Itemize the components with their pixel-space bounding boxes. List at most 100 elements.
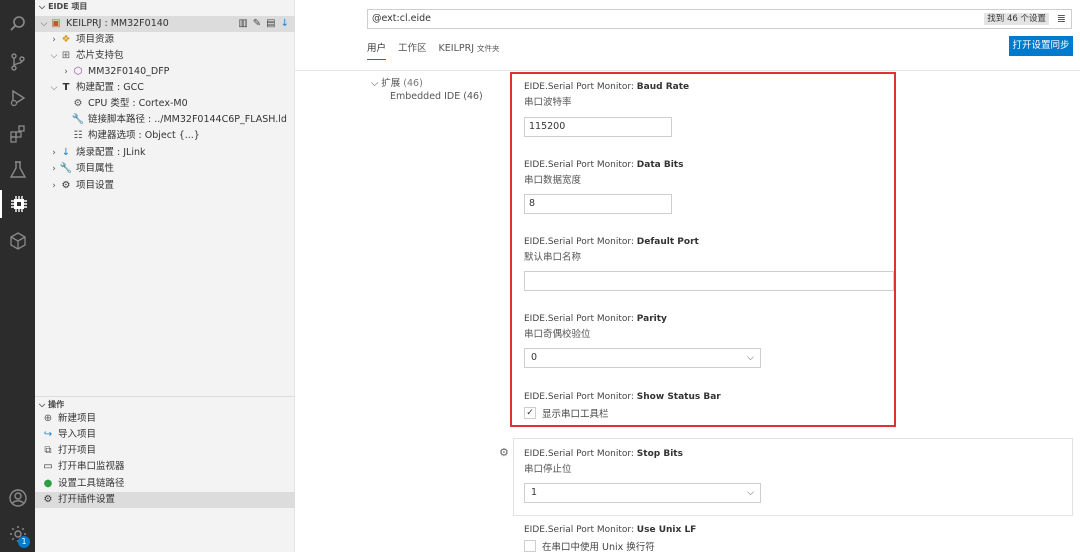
data-bits-input[interactable]: 8 [524,194,672,214]
tree-item-builder-options[interactable]: ☷ 构建器选项 : Object {...} [35,128,295,144]
testing-flask-icon[interactable] [0,156,35,184]
baud-rate-input[interactable]: 115200 [524,117,672,137]
manage-gear-icon[interactable]: 1 [0,520,35,548]
clean-brush-icon[interactable]: ✎ [253,16,261,32]
setting-title: EIDE.Serial Port Monitor: Baud Rate [524,81,904,94]
setting-title: EIDE.Serial Port Monitor: Parity [524,313,904,326]
settings-editor: @ext:cl.eide 找到 46 个设置 ≣ 用户 工作区 KEILPRJ … [295,0,1080,552]
chevron-down-icon: ⌵ [39,400,46,409]
chevron-right-icon: › [52,181,56,191]
tree-item-label: 构建器选项 : Object {...} [88,130,200,141]
setting-show-status-bar: EIDE.Serial Port Monitor: Show Status Ba… [524,391,904,404]
toc-embedded-ide[interactable]: Embedded IDE (46) [390,91,483,102]
setting-prefix: EIDE.Serial Port Monitor: [524,160,637,170]
build-icon[interactable]: ▥ [238,16,247,32]
toc-extensions[interactable]: ⌵ 扩展 (46) [371,75,423,89]
download-arrow-icon[interactable]: ↓ [281,16,289,32]
cube-icon[interactable] [0,227,35,255]
tree-item-flash-config[interactable]: › ↓ 烧录配置 : JLink [35,145,295,161]
chevron-down-icon: ⌵ [39,2,46,11]
tree-item-label: 项目设置 [76,180,115,191]
setting-name: Parity [636,314,667,324]
build-t-icon: T [62,82,70,93]
options-list-icon: ☷ [73,130,83,141]
tree-item-linker-script[interactable]: 🔧 链接脚本路径 : ../MM32F0144C6P_FLASH.ld [35,112,295,128]
chevron-down-icon: ⌵ [747,488,754,498]
chevron-down-icon: ⌵ [40,19,48,29]
show-status-bar-row: ✓ 显示串口工具栏 [524,406,609,420]
tree-item-label: MM32F0140_DFP [88,66,170,77]
tree-item-label: 烧录配置 : JLink [76,147,146,158]
op-new-project[interactable]: ⊕ 新建项目 [35,411,295,427]
rebuild-icon[interactable]: ▤ [266,16,275,32]
tab-user[interactable]: 用户 [367,40,387,60]
settings-search-input[interactable]: @ext:cl.eide 找到 46 个设置 ≣ [367,9,1072,29]
project-icon: ▣ [51,18,61,29]
tree-item-project-settings[interactable]: › ⚙ 项目设置 [35,178,295,194]
account-icon[interactable] [0,484,35,512]
setting-title: EIDE.Serial Port Monitor: Use Unix LF [524,524,904,537]
project-root[interactable]: ⌵ ▣ KEILPRJ : MM32F0140 ▥ ✎ ▤ ↓ [35,16,295,32]
operations-section: ⌵ 操作 [35,396,295,412]
setting-name: Baud Rate [636,82,690,92]
setting-prefix: EIDE.Serial Port Monitor: [524,525,637,535]
op-toolchain-path[interactable]: ● 设置工具链路径 [35,476,295,492]
eide-chip-icon[interactable] [0,190,35,218]
chevron-right-icon: › [52,35,56,45]
op-plugin-settings[interactable]: ⚙ 打开插件设置 [35,492,295,508]
tree-item-dfp[interactable]: › ⬡ MM32F0140_DFP [35,64,295,80]
settings-sync-button[interactable]: 打开设置同步 [1009,36,1073,56]
filter-list-icon[interactable]: ≣ [1057,12,1066,26]
toc-sub-count: (46) [463,91,483,102]
source-control-icon[interactable] [0,48,35,76]
tree-item-build-config[interactable]: ⌵ T 构建配置 : GCC [35,80,295,96]
stop-bits-select[interactable]: 1 ⌵ [524,483,761,503]
project-root-label: KEILPRJ : MM32F0140 [66,18,169,29]
op-label: 设置工具链路径 [58,478,125,489]
op-import-project[interactable]: ↪ 导入项目 [35,427,295,443]
resources-icon: ❖ [61,34,71,45]
chevron-down-icon: ⌵ [747,353,754,363]
stop-bits-value: 1 [531,487,538,498]
setting-data-bits: EIDE.Serial Port Monitor: Data Bits 串口数据… [524,159,904,189]
chevron-down-icon: ⌵ [50,83,58,93]
new-project-icon: ⊕ [43,413,53,424]
run-debug-icon[interactable] [0,84,35,112]
settings-tabs: 用户 工作区 KEILPRJ 文件夹 [367,40,500,60]
setting-title: EIDE.Serial Port Monitor: Stop Bits [524,448,904,461]
operations-section-header[interactable]: ⌵ 操作 [35,398,295,412]
serial-plug-icon: ▭ [43,461,53,472]
tree-item-chip-package[interactable]: ⌵ ⊞ 芯片支持包 [35,48,295,64]
tab-folder-label: KEILPRJ [438,43,474,54]
open-project-icon: ⧉ [44,445,52,456]
download-arrow-icon: ↓ [61,147,71,158]
op-open-project[interactable]: ⧉ 打开项目 [35,443,295,459]
tree-item-cpu-type[interactable]: ⚙ CPU 类型 : Cortex-M0 [35,96,295,112]
parity-select[interactable]: 0 ⌵ [524,348,761,368]
gear-icon: ⚙ [61,180,71,191]
extensions-icon[interactable] [0,120,35,148]
tree-item-label: 项目属性 [76,163,115,174]
tree-item-project-properties[interactable]: › 🔧 项目属性 [35,161,295,177]
tree-item-label: 项目资源 [76,34,115,45]
tree-item-project-resources[interactable]: › ❖ 项目资源 [35,32,295,48]
use-unix-lf-checkbox[interactable] [524,540,536,552]
tab-workspace[interactable]: 工作区 [398,40,427,60]
tab-folder-suffix: 文件夹 [477,44,500,53]
default-port-input[interactable] [524,271,894,291]
gear-icon[interactable]: ⚙ [499,446,509,459]
setting-stop-bits: EIDE.Serial Port Monitor: Stop Bits 串口停止… [524,448,904,478]
tab-folder[interactable]: KEILPRJ 文件夹 [439,40,500,60]
op-serial-monitor[interactable]: ▭ 打开串口监视器 [35,459,295,475]
setting-name: Stop Bits [636,449,683,459]
checkbox-label: 在串口中使用 Unix 换行符 [542,542,655,552]
setting-name: Use Unix LF [636,525,697,535]
eide-project-section-header[interactable]: ⌵ EIDE 项目 [35,0,294,14]
activity-bar: 1 [0,0,35,552]
section-title: EIDE 项目 [48,2,88,11]
search-icon[interactable] [0,10,35,38]
setting-name: Data Bits [636,160,684,170]
show-status-bar-checkbox[interactable]: ✓ [524,407,536,419]
package-cube-icon: ⬡ [73,66,83,77]
op-label: 导入项目 [58,429,97,440]
